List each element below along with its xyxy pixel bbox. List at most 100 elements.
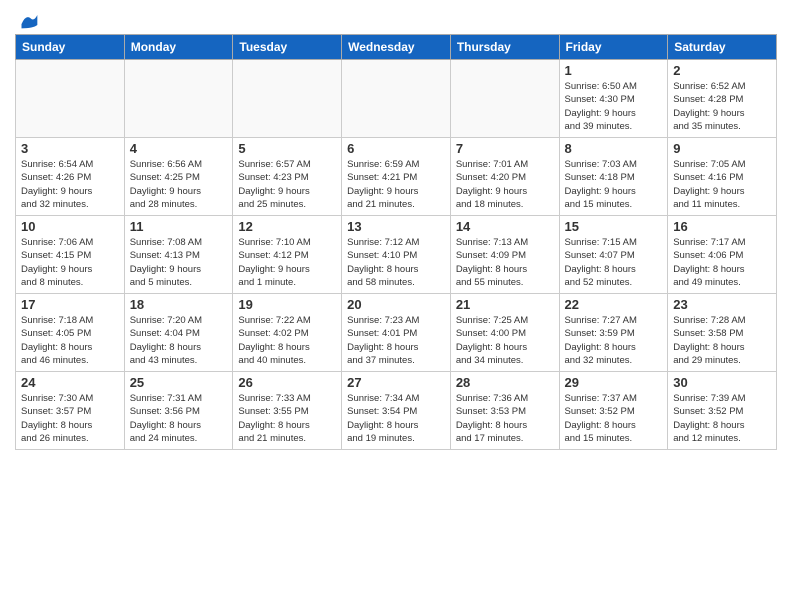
day-number: 15 xyxy=(565,219,663,234)
calendar-cell: 9 Sunrise: 7:05 AM Sunset: 4:16 PM Daylig… xyxy=(668,138,777,216)
day-number: 1 xyxy=(565,63,663,78)
calendar-cell: 21 Sunrise: 7:25 AM Sunset: 4:00 PM Dayli… xyxy=(450,294,559,372)
calendar-cell: 5Sunrise: 6:57 AM Sunset: 4:23 PM Daylig… xyxy=(233,138,342,216)
calendar-cell xyxy=(124,60,233,138)
logo xyxy=(15,10,39,30)
day-info: Sunrise: 6:56 AM Sunset: 4:25 PM Dayligh… xyxy=(130,158,228,211)
calendar-cell: 1 Sunrise: 6:50 AM Sunset: 4:30 PM Daylig… xyxy=(559,60,668,138)
calendar-cell: 23 Sunrise: 7:28 AM Sunset: 3:58 PM Dayli… xyxy=(668,294,777,372)
day-info: Sunrise: 7:25 AM Sunset: 4:00 PM Dayligh… xyxy=(456,314,554,367)
day-number: 13 xyxy=(347,219,445,234)
calendar-week: 1 Sunrise: 6:50 AM Sunset: 4:30 PM Daylig… xyxy=(16,60,777,138)
calendar-week: 10 Sunrise: 7:06 AM Sunset: 4:15 PM Dayli… xyxy=(16,216,777,294)
day-info: Sunrise: 6:52 AM Sunset: 4:28 PM Dayligh… xyxy=(673,80,771,133)
day-number: 20 xyxy=(347,297,445,312)
day-header: Friday xyxy=(559,35,668,60)
logo-icon xyxy=(19,10,39,30)
calendar-cell: 12 Sunrise: 7:10 AM Sunset: 4:12 PM Dayli… xyxy=(233,216,342,294)
header xyxy=(15,10,777,30)
day-number: 26 xyxy=(238,375,336,390)
calendar-cell xyxy=(450,60,559,138)
day-info: Sunrise: 7:22 AM Sunset: 4:02 PM Dayligh… xyxy=(238,314,336,367)
day-number: 2 xyxy=(673,63,771,78)
day-info: Sunrise: 7:33 AM Sunset: 3:55 PM Dayligh… xyxy=(238,392,336,445)
day-number: 29 xyxy=(565,375,663,390)
calendar-week: 3Sunrise: 6:54 AM Sunset: 4:26 PM Daylig… xyxy=(16,138,777,216)
calendar-cell: 30 Sunrise: 7:39 AM Sunset: 3:52 PM Dayli… xyxy=(668,372,777,450)
day-number: 27 xyxy=(347,375,445,390)
day-info: Sunrise: 7:30 AM Sunset: 3:57 PM Dayligh… xyxy=(21,392,119,445)
calendar-cell: 28Sunrise: 7:36 AM Sunset: 3:53 PM Dayli… xyxy=(450,372,559,450)
day-header: Wednesday xyxy=(342,35,451,60)
calendar-cell xyxy=(16,60,125,138)
day-info: Sunrise: 6:50 AM Sunset: 4:30 PM Dayligh… xyxy=(565,80,663,133)
day-info: Sunrise: 7:31 AM Sunset: 3:56 PM Dayligh… xyxy=(130,392,228,445)
day-number: 17 xyxy=(21,297,119,312)
day-info: Sunrise: 7:06 AM Sunset: 4:15 PM Dayligh… xyxy=(21,236,119,289)
day-number: 30 xyxy=(673,375,771,390)
day-info: Sunrise: 7:20 AM Sunset: 4:04 PM Dayligh… xyxy=(130,314,228,367)
calendar-cell: 2 Sunrise: 6:52 AM Sunset: 4:28 PM Daylig… xyxy=(668,60,777,138)
calendar-cell: 3Sunrise: 6:54 AM Sunset: 4:26 PM Daylig… xyxy=(16,138,125,216)
day-number: 28 xyxy=(456,375,554,390)
calendar-cell xyxy=(233,60,342,138)
day-number: 4 xyxy=(130,141,228,156)
day-number: 6 xyxy=(347,141,445,156)
calendar-cell: 27 Sunrise: 7:34 AM Sunset: 3:54 PM Dayli… xyxy=(342,372,451,450)
day-header: Thursday xyxy=(450,35,559,60)
day-number: 8 xyxy=(565,141,663,156)
day-number: 21 xyxy=(456,297,554,312)
day-number: 18 xyxy=(130,297,228,312)
day-number: 9 xyxy=(673,141,771,156)
calendar-cell: 7 Sunrise: 7:01 AM Sunset: 4:20 PM Daylig… xyxy=(450,138,559,216)
calendar-cell: 15 Sunrise: 7:15 AM Sunset: 4:07 PM Dayli… xyxy=(559,216,668,294)
calendar-cell: 10 Sunrise: 7:06 AM Sunset: 4:15 PM Dayli… xyxy=(16,216,125,294)
day-info: Sunrise: 7:28 AM Sunset: 3:58 PM Dayligh… xyxy=(673,314,771,367)
day-number: 23 xyxy=(673,297,771,312)
calendar-cell: 22 Sunrise: 7:27 AM Sunset: 3:59 PM Dayli… xyxy=(559,294,668,372)
day-number: 7 xyxy=(456,141,554,156)
calendar-cell: 19 Sunrise: 7:22 AM Sunset: 4:02 PM Dayli… xyxy=(233,294,342,372)
calendar-cell: 13 Sunrise: 7:12 AM Sunset: 4:10 PM Dayli… xyxy=(342,216,451,294)
calendar-cell: 25 Sunrise: 7:31 AM Sunset: 3:56 PM Dayli… xyxy=(124,372,233,450)
calendar-cell: 17 Sunrise: 7:18 AM Sunset: 4:05 PM Dayli… xyxy=(16,294,125,372)
calendar-cell xyxy=(342,60,451,138)
calendar-cell: 11 Sunrise: 7:08 AM Sunset: 4:13 PM Dayli… xyxy=(124,216,233,294)
day-info: Sunrise: 7:15 AM Sunset: 4:07 PM Dayligh… xyxy=(565,236,663,289)
day-number: 16 xyxy=(673,219,771,234)
day-info: Sunrise: 7:34 AM Sunset: 3:54 PM Dayligh… xyxy=(347,392,445,445)
day-number: 5 xyxy=(238,141,336,156)
day-number: 12 xyxy=(238,219,336,234)
day-info: Sunrise: 7:37 AM Sunset: 3:52 PM Dayligh… xyxy=(565,392,663,445)
day-info: Sunrise: 7:03 AM Sunset: 4:18 PM Dayligh… xyxy=(565,158,663,211)
day-info: Sunrise: 7:12 AM Sunset: 4:10 PM Dayligh… xyxy=(347,236,445,289)
day-number: 22 xyxy=(565,297,663,312)
day-info: Sunrise: 7:01 AM Sunset: 4:20 PM Dayligh… xyxy=(456,158,554,211)
day-info: Sunrise: 7:10 AM Sunset: 4:12 PM Dayligh… xyxy=(238,236,336,289)
day-info: Sunrise: 7:05 AM Sunset: 4:16 PM Dayligh… xyxy=(673,158,771,211)
day-number: 19 xyxy=(238,297,336,312)
calendar-cell: 24 Sunrise: 7:30 AM Sunset: 3:57 PM Dayli… xyxy=(16,372,125,450)
calendar-week: 24 Sunrise: 7:30 AM Sunset: 3:57 PM Dayli… xyxy=(16,372,777,450)
day-info: Sunrise: 7:13 AM Sunset: 4:09 PM Dayligh… xyxy=(456,236,554,289)
day-number: 25 xyxy=(130,375,228,390)
day-info: Sunrise: 6:59 AM Sunset: 4:21 PM Dayligh… xyxy=(347,158,445,211)
day-number: 10 xyxy=(21,219,119,234)
calendar-week: 17 Sunrise: 7:18 AM Sunset: 4:05 PM Dayli… xyxy=(16,294,777,372)
calendar-cell: 20Sunrise: 7:23 AM Sunset: 4:01 PM Dayli… xyxy=(342,294,451,372)
day-header: Tuesday xyxy=(233,35,342,60)
page-container: SundayMondayTuesdayWednesdayThursdayFrid… xyxy=(0,0,792,460)
day-info: Sunrise: 6:54 AM Sunset: 4:26 PM Dayligh… xyxy=(21,158,119,211)
day-number: 24 xyxy=(21,375,119,390)
calendar-cell: 16 Sunrise: 7:17 AM Sunset: 4:06 PM Dayli… xyxy=(668,216,777,294)
day-header: Saturday xyxy=(668,35,777,60)
day-info: Sunrise: 7:27 AM Sunset: 3:59 PM Dayligh… xyxy=(565,314,663,367)
day-number: 11 xyxy=(130,219,228,234)
day-info: Sunrise: 7:08 AM Sunset: 4:13 PM Dayligh… xyxy=(130,236,228,289)
calendar-cell: 6 Sunrise: 6:59 AM Sunset: 4:21 PM Daylig… xyxy=(342,138,451,216)
day-number: 14 xyxy=(456,219,554,234)
day-info: Sunrise: 7:17 AM Sunset: 4:06 PM Dayligh… xyxy=(673,236,771,289)
day-info: Sunrise: 7:39 AM Sunset: 3:52 PM Dayligh… xyxy=(673,392,771,445)
day-info: Sunrise: 7:18 AM Sunset: 4:05 PM Dayligh… xyxy=(21,314,119,367)
calendar-cell: 29 Sunrise: 7:37 AM Sunset: 3:52 PM Dayli… xyxy=(559,372,668,450)
